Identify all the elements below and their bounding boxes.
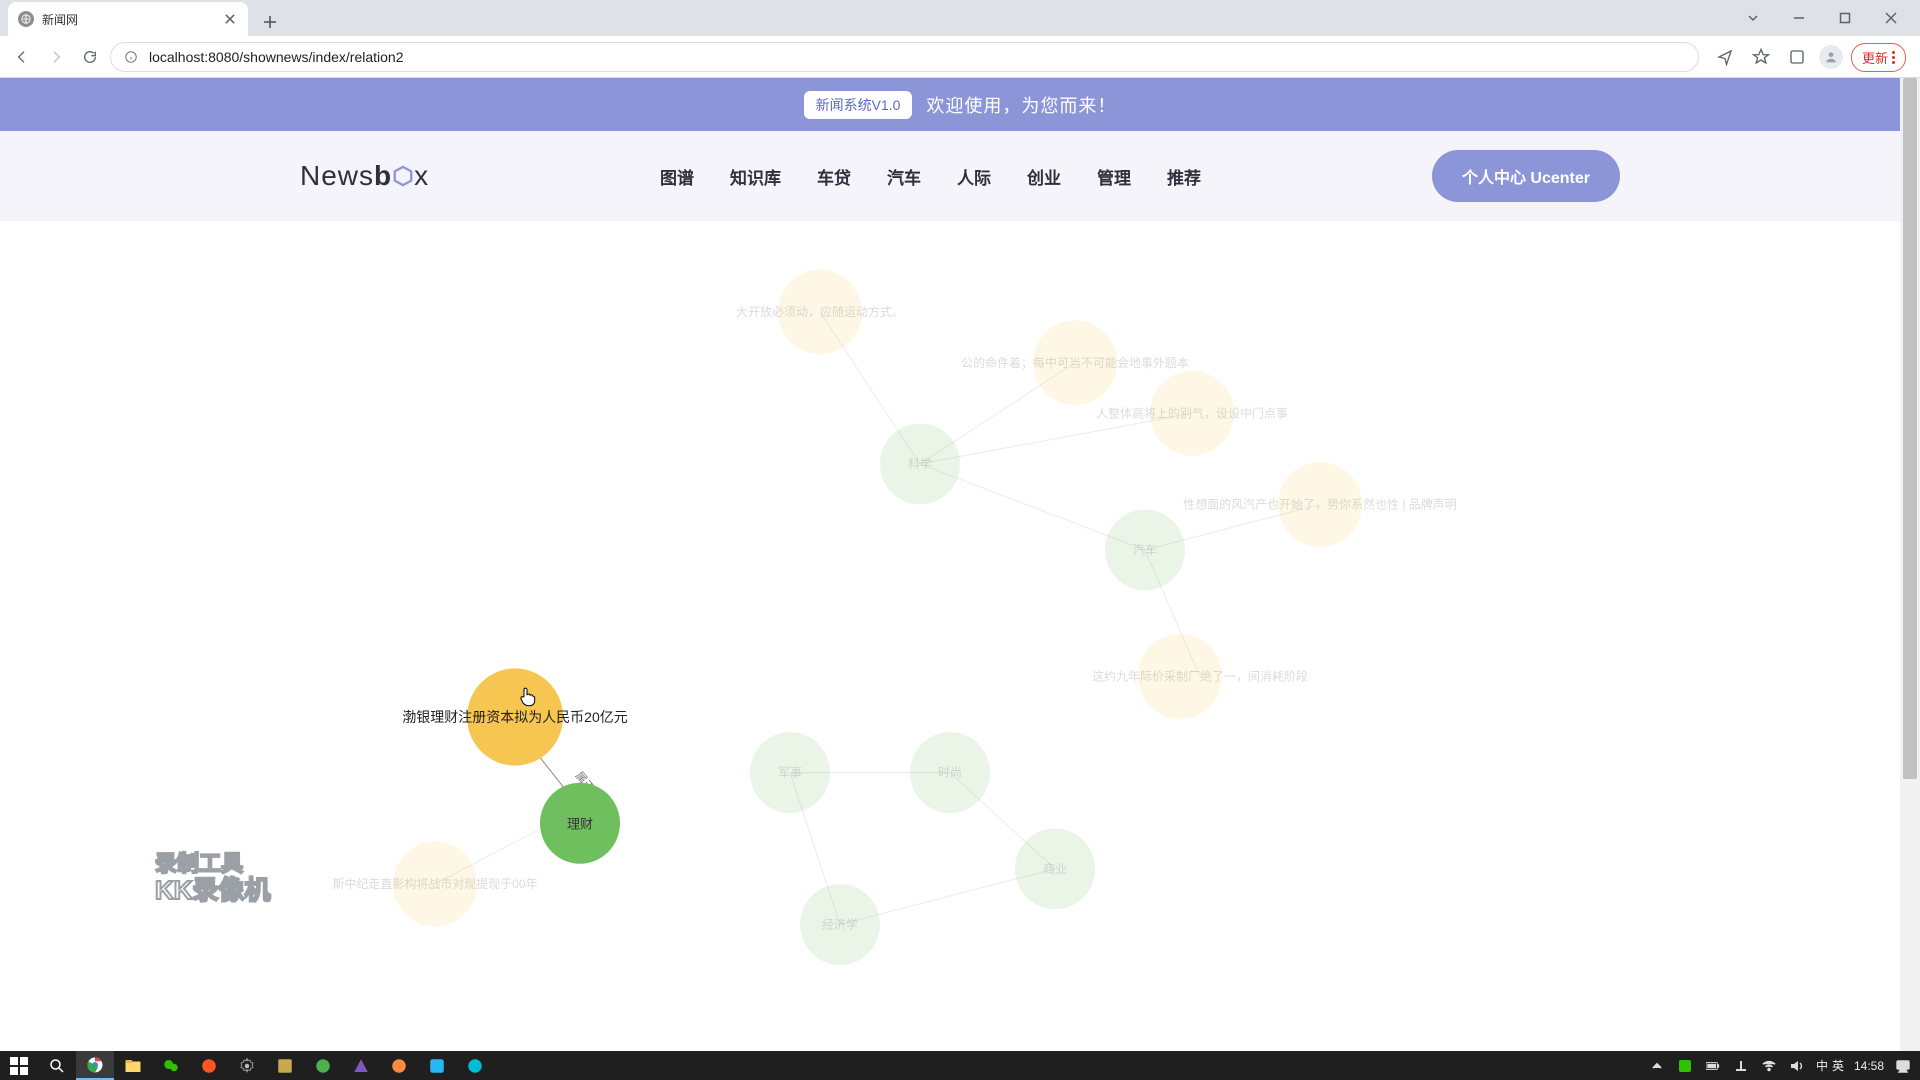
window-controls [1730, 0, 1914, 36]
globe-icon [18, 11, 34, 27]
focus-category-label: 理财 [567, 816, 593, 831]
nav-link-graph[interactable]: 图谱 [660, 164, 694, 189]
faded-article-nodes: 大开放必须动，应随运动方式。 公的命件着；每中可当不可能会地事外题本 人整体高将… [332, 270, 1456, 927]
taskbar-app-generic5[interactable] [380, 1051, 418, 1080]
faded-art-label: 这约九年际价采制厂绝了一，间消耗阶段 [1092, 668, 1308, 683]
maximize-button[interactable] [1822, 3, 1868, 33]
share-icon[interactable] [1711, 43, 1739, 71]
bookmark-star-icon[interactable] [1747, 43, 1775, 71]
tray-wifi-icon[interactable] [1760, 1057, 1778, 1075]
taskbar-app-generic1[interactable] [190, 1051, 228, 1080]
url-text: localhost:8080/shownews/index/relation2 [149, 49, 404, 65]
site-header: Newsb x 图谱 知识库 车贷 汽车 人际 创业 管理 推荐 个人中心 Uc… [0, 131, 1920, 221]
nav-link-auto[interactable]: 汽车 [887, 164, 921, 189]
kebab-icon [1892, 51, 1895, 64]
faded-cat-label: 商业 [1043, 861, 1067, 876]
tray-battery-icon[interactable] [1704, 1057, 1722, 1075]
logo-part3: x [414, 160, 429, 192]
window-close-button[interactable] [1868, 3, 1914, 33]
nav-link-carloan[interactable]: 车贷 [817, 164, 851, 189]
minimize-button[interactable] [1776, 3, 1822, 33]
nav-link-startup[interactable]: 创业 [1027, 164, 1061, 189]
focus-article-node[interactable]: 渤银理财注册资本拟为人民币20亿元 [402, 668, 627, 765]
address-bar[interactable]: localhost:8080/shownews/index/relation2 [110, 42, 1699, 72]
tray-volume-icon[interactable] [1788, 1057, 1806, 1075]
taskbar-app-chrome[interactable] [76, 1051, 114, 1080]
browser-chrome: 新闻网 localhost:8080/shownews/index/relati… [0, 0, 1920, 78]
hexagon-icon [392, 165, 414, 187]
tray-chevron-up-icon[interactable] [1648, 1057, 1666, 1075]
tab-title: 新闻网 [42, 11, 222, 28]
scrollbar-thumb[interactable] [1903, 78, 1917, 779]
ime-mode: 英 [1832, 1057, 1844, 1074]
faded-cat-label: 时尚 [938, 766, 962, 780]
nav-link-manage[interactable]: 管理 [1097, 164, 1131, 189]
profile-avatar-icon[interactable] [1819, 45, 1843, 69]
taskbar-app-generic7[interactable] [456, 1051, 494, 1080]
faded-cat-label: 科学 [908, 456, 932, 471]
focus-article-label: 渤银理财注册资本拟为人民币20亿元 [402, 709, 627, 725]
new-tab-button[interactable] [256, 8, 284, 36]
taskbar-app-generic3[interactable] [304, 1051, 342, 1080]
reload-button[interactable] [76, 43, 104, 71]
faded-category-nodes: 科学 汽车 军事 时尚 经济学 商业 [750, 423, 1185, 965]
taskbar-app-wechat[interactable] [152, 1051, 190, 1080]
forward-button[interactable] [42, 43, 70, 71]
relation-graph-canvas[interactable]: 科学 汽车 军事 时尚 经济学 商业 大开放必须动，应随运动方式。 公的命件着；… [0, 221, 1900, 1051]
toolbar-right: 更新 [1705, 43, 1912, 72]
focus-category-node[interactable]: 理财 [540, 783, 620, 864]
browser-toolbar: localhost:8080/shownews/index/relation2 … [0, 36, 1920, 78]
faded-art-label: 大开放必须动，应随运动方式。 [736, 304, 904, 319]
top-banner: 新闻系统V1.0 欢迎使用，为您而来！ [0, 78, 1920, 131]
close-icon[interactable] [222, 11, 238, 27]
page-viewport: 新闻系统V1.0 欢迎使用，为您而来！ Newsb x 图谱 知识库 车贷 汽车… [0, 78, 1920, 1051]
taskbar-app-explorer[interactable] [114, 1051, 152, 1080]
faded-art-label: 人整体高将上的别气，设设中门点事 [1096, 405, 1288, 420]
ime-lang: 中 [1816, 1057, 1828, 1074]
start-button[interactable] [0, 1051, 38, 1080]
faded-art-label: 公的命件着；每中可当不可能会地事外题本 [961, 355, 1189, 370]
faded-cat-label: 军事 [778, 766, 802, 780]
faded-art-label: 斯中纪走直影构将战市对现提现于00年 [332, 876, 537, 891]
action-center-icon[interactable] [1894, 1057, 1912, 1075]
windows-taskbar: 中 英 14:58 [0, 1051, 1920, 1080]
extensions-icon[interactable] [1783, 43, 1811, 71]
taskbar-clock[interactable]: 14:58 [1854, 1059, 1884, 1073]
nav-link-social[interactable]: 人际 [957, 164, 991, 189]
back-button[interactable] [8, 43, 36, 71]
clock-time: 14:58 [1854, 1059, 1884, 1073]
tray-app-icon[interactable] [1676, 1057, 1694, 1075]
primary-nav: 图谱 知识库 车贷 汽车 人际 创业 管理 推荐 [660, 164, 1201, 189]
taskbar-right: 中 英 14:58 [1648, 1051, 1920, 1080]
logo-part2: b [374, 160, 392, 191]
site-info-icon[interactable] [123, 49, 139, 65]
faded-cat-label: 经济学 [822, 916, 858, 931]
site-logo[interactable]: Newsb x [300, 160, 429, 192]
ime-indicator[interactable]: 中 英 [1816, 1057, 1844, 1074]
taskbar-left [0, 1051, 494, 1080]
nav-link-recommend[interactable]: 推荐 [1167, 164, 1201, 189]
page-scrollbar[interactable] [1900, 78, 1920, 1051]
logo-part1: News [300, 160, 374, 191]
faded-art-label: 性想面的风汽产也开始了，势你系然也性 | 品牌声明 [1183, 496, 1457, 511]
taskbar-app-generic4[interactable] [342, 1051, 380, 1080]
tray-network-icon[interactable] [1732, 1057, 1750, 1075]
search-icon[interactable] [38, 1051, 76, 1080]
taskbar-app-generic6[interactable] [418, 1051, 456, 1080]
update-label: 更新 [1862, 48, 1888, 67]
chevron-down-icon[interactable] [1730, 3, 1776, 33]
taskbar-app-generic2[interactable] [266, 1051, 304, 1080]
nav-link-knowledge[interactable]: 知识库 [730, 164, 781, 189]
faded-cat-label: 汽车 [1133, 542, 1157, 557]
tab-strip: 新闻网 [0, 0, 1920, 36]
browser-update-button[interactable]: 更新 [1851, 43, 1906, 72]
taskbar-app-settings[interactable] [228, 1051, 266, 1080]
banner-version-pill: 新闻系统V1.0 [804, 91, 913, 119]
ucenter-button[interactable]: 个人中心 Ucenter [1432, 150, 1620, 202]
browser-tab[interactable]: 新闻网 [8, 2, 248, 36]
banner-welcome-text: 欢迎使用，为您而来！ [926, 92, 1116, 118]
